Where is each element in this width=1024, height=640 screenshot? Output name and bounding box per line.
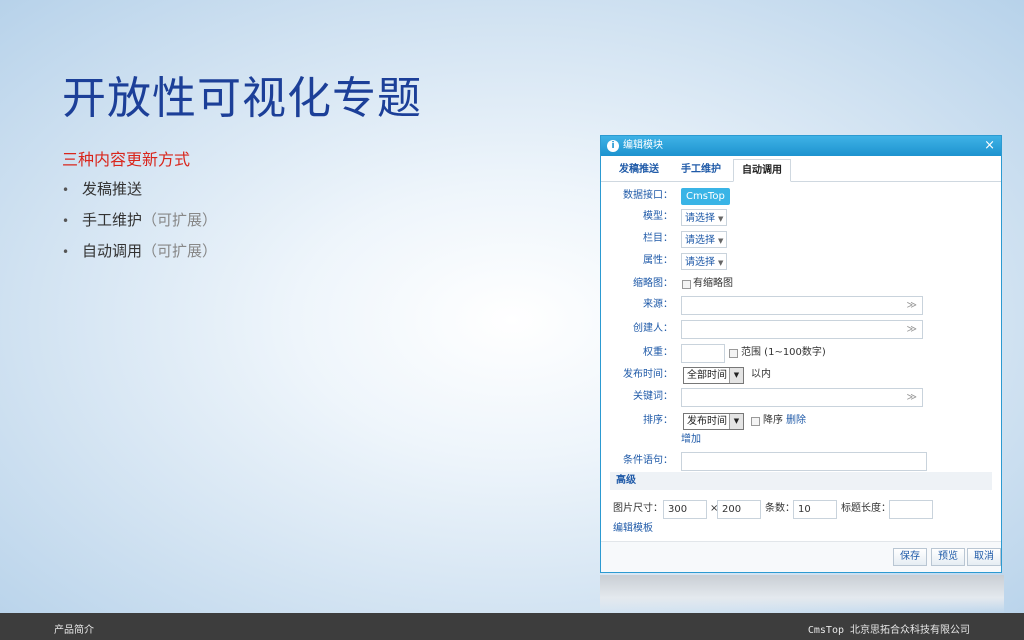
attribute-value: 请选择 — [685, 257, 715, 268]
save-button[interactable]: 保存 — [893, 548, 927, 566]
sort-label: 排序： — [643, 415, 673, 426]
info-icon: i — [607, 140, 619, 152]
model-value: 请选择 — [685, 213, 715, 224]
data-interface-label: 数据接口： — [623, 190, 673, 201]
sort-select[interactable]: 发布时间 ▼ — [683, 413, 744, 430]
bullet-dot: • — [62, 183, 70, 197]
dialog-button-bar: 保存 预览 取消 — [601, 541, 1001, 572]
attribute-select[interactable]: 请选择 ▼ — [681, 253, 728, 270]
sort-delete-link[interactable]: 删除 — [786, 412, 806, 430]
condition-input[interactable] — [681, 452, 927, 471]
footer-section-label: 产品简介 — [54, 625, 94, 636]
bullet-dot: • — [62, 245, 70, 259]
expand-icon[interactable]: ≫ — [907, 389, 917, 406]
footer-company-name: 北京思拓合众科技有限公司 — [850, 625, 970, 636]
dialog-title: 编辑模块 — [623, 140, 663, 151]
bullet-note: （可扩展） — [142, 242, 218, 260]
tab-auto-call[interactable]: 自动调用 — [733, 159, 791, 182]
thumbnail-label: 缩略图： — [633, 278, 673, 289]
tab-manual-maintain[interactable]: 手工维护 — [673, 159, 729, 180]
cancel-button[interactable]: 取消 — [967, 548, 1001, 566]
tab-publish-push[interactable]: 发稿推送 — [611, 159, 667, 180]
count-value: 10 — [798, 504, 811, 515]
count-input[interactable]: 10 — [793, 500, 837, 519]
bullet-dot: • — [62, 214, 70, 228]
keywords-label: 关键词： — [633, 391, 673, 402]
weight-range-checkbox[interactable] — [729, 349, 738, 358]
thumbnail-checkbox[interactable] — [682, 280, 691, 289]
sort-add-link[interactable]: 增加 — [681, 431, 701, 449]
dialog-reflection — [600, 575, 1004, 613]
bullet-text: 手工维护 — [82, 211, 143, 229]
chevron-down-icon: ▼ — [718, 215, 724, 223]
model-label: 模型： — [643, 211, 673, 222]
slide-title: 开放性可视化专题 — [62, 73, 422, 124]
publish-time-label: 发布时间： — [623, 369, 673, 380]
sort-value: 发布时间 — [687, 416, 727, 427]
image-size-label: 图片尺寸： — [613, 503, 663, 514]
chevron-down-icon: ▼ — [729, 368, 743, 383]
model-select[interactable]: 请选择 ▼ — [681, 209, 728, 226]
source-label: 来源： — [643, 299, 673, 310]
bullet-item: • 发稿推送 — [62, 178, 217, 209]
advanced-section-header[interactable]: 高级 — [610, 472, 992, 490]
bullet-item: • 自动调用（可扩展） — [62, 240, 217, 271]
footer-brand: CmsTop — [807, 625, 844, 636]
close-icon[interactable]: × — [984, 136, 995, 156]
title-length-label: 标题长度： — [841, 503, 891, 514]
count-label: 条数： — [765, 503, 795, 514]
image-width-value: 300 — [668, 504, 688, 515]
weight-label: 权重： — [643, 347, 673, 358]
sort-desc-checkbox[interactable] — [751, 417, 760, 426]
column-select[interactable]: 请选择 ▼ — [681, 231, 728, 248]
bullet-note: （可扩展） — [142, 211, 218, 229]
publish-time-value: 全部时间 — [687, 370, 727, 381]
preview-button[interactable]: 预览 — [931, 548, 965, 566]
attribute-label: 属性： — [643, 255, 673, 266]
creator-label: 创建人： — [633, 323, 673, 334]
expand-icon[interactable]: ≫ — [907, 321, 917, 338]
publish-time-select[interactable]: 全部时间 ▼ — [683, 367, 744, 384]
condition-label: 条件语句： — [623, 455, 673, 466]
bullet-list: • 发稿推送 • 手工维护（可扩展） • 自动调用（可扩展） — [62, 178, 217, 271]
chevron-down-icon: ▼ — [729, 414, 743, 429]
source-input[interactable]: ≫ — [681, 296, 923, 315]
weight-input[interactable] — [681, 344, 725, 363]
expand-icon[interactable]: ≫ — [907, 297, 917, 314]
image-height-input[interactable]: 200 — [717, 500, 761, 519]
sort-desc-label: 降序 — [763, 415, 783, 426]
dialog-titlebar[interactable]: i 编辑模块 × — [601, 136, 1001, 156]
slide-footer: 产品简介 CmsTop 北京思拓合众科技有限公司 — [0, 613, 1024, 640]
edit-template-link[interactable]: 编辑模板 — [613, 520, 653, 538]
bullet-item: • 手工维护（可扩展） — [62, 209, 217, 240]
weight-range-label: 范围 (1~100数字) — [741, 347, 826, 358]
column-label: 栏目： — [643, 233, 673, 244]
creator-input[interactable]: ≫ — [681, 320, 923, 339]
title-length-input[interactable] — [889, 500, 933, 519]
chevron-down-icon: ▼ — [718, 237, 724, 245]
column-value: 请选择 — [685, 235, 715, 246]
tab-bar: 发稿推送 手工维护 自动调用 — [601, 156, 1001, 182]
chevron-down-icon: ▼ — [718, 259, 724, 267]
thumbnail-checkbox-label: 有缩略图 — [693, 278, 733, 289]
slide-subtitle: 三种内容更新方式 — [62, 150, 191, 169]
publish-time-suffix: 以内 — [751, 369, 771, 380]
image-height-value: 200 — [722, 504, 742, 515]
bullet-text: 发稿推送 — [82, 180, 143, 198]
keywords-input[interactable]: ≫ — [681, 388, 923, 407]
image-width-input[interactable]: 300 — [663, 500, 707, 519]
footer-company: CmsTop 北京思拓合众科技有限公司 — [808, 621, 970, 636]
edit-module-dialog: i 编辑模块 × 发稿推送 手工维护 自动调用 数据接口： CmsTop 模型：… — [600, 135, 1002, 573]
data-interface-button[interactable]: CmsTop — [681, 188, 730, 205]
bullet-text: 自动调用 — [82, 242, 143, 260]
